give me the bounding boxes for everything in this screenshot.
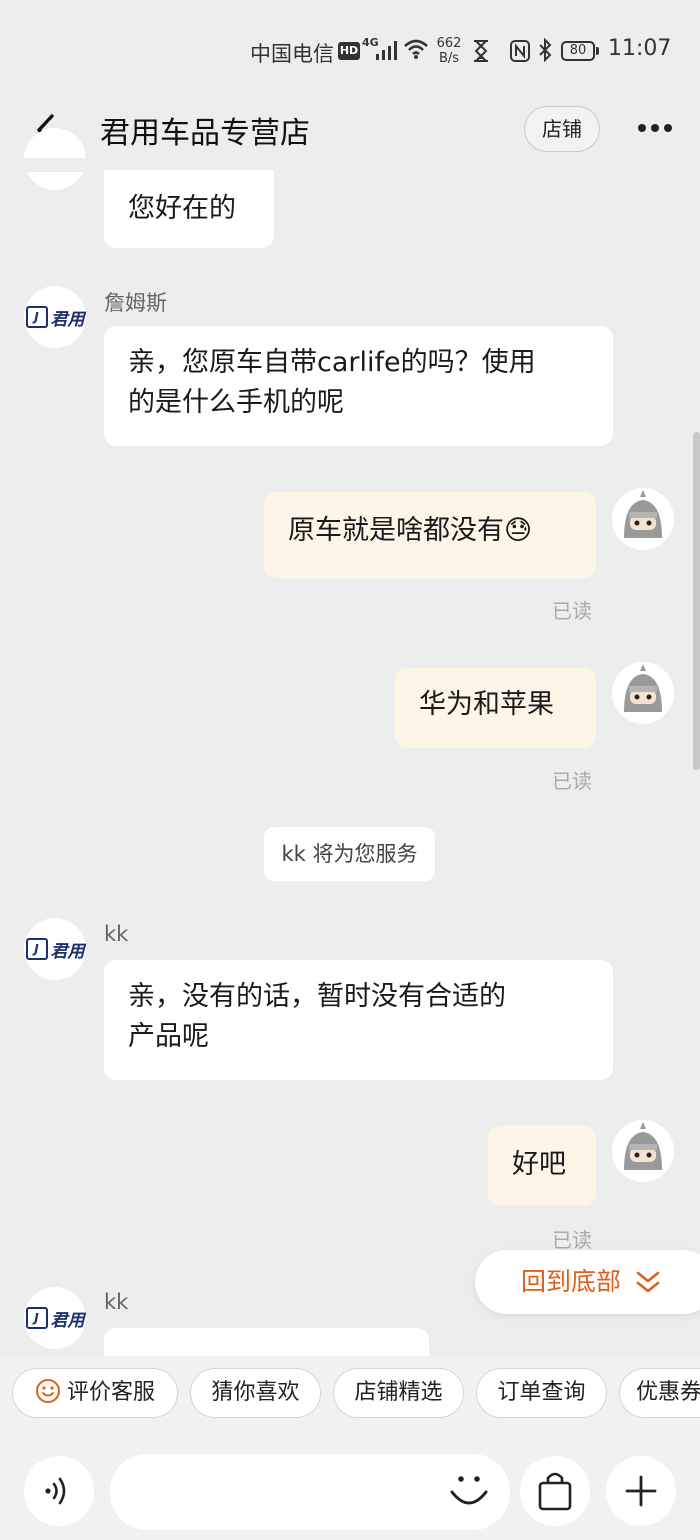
signal-icon [376, 41, 397, 60]
emoji-icon[interactable] [448, 1468, 490, 1510]
quick-action-rate-service[interactable]: 评价客服 [12, 1368, 178, 1418]
user-message-bubble[interactable]: 华为和苹果 [395, 668, 596, 748]
message-text-line: 亲，没有的话，暂时没有合适的 [128, 981, 506, 1012]
quick-action-label: 猜你喜欢 [211, 1380, 300, 1405]
emoji: 😓 [504, 515, 533, 546]
carrier-label: 中国电信 [250, 42, 334, 66]
read-receipt: 已读 [552, 599, 592, 623]
message-bubble[interactable]: 亲，您原车自带carlife的吗？使用 的是什么手机的呢 [104, 326, 613, 446]
more-options-icon[interactable] [638, 116, 680, 140]
status-bar: 中国电信 HD 4G 662 B/s 80 11:07 [0, 0, 700, 100]
product-button[interactable] [520, 1456, 590, 1526]
user-message-bubble[interactable]: 好吧 [488, 1126, 596, 1206]
shop-logo-text: 君用 [50, 941, 85, 962]
user-avatar[interactable] [612, 488, 674, 550]
clock: 11:07 [608, 36, 672, 61]
battery-tip [596, 47, 599, 55]
shop-logo-mark: J [25, 1307, 48, 1329]
ninja-avatar-icon [612, 488, 674, 550]
message-text-line: 产品呢 [128, 1021, 209, 1052]
scrollbar[interactable] [693, 432, 700, 770]
ninja-avatar-icon [612, 662, 674, 724]
quick-action-label: 订单查询 [497, 1380, 586, 1405]
page-title: 君用车品专营店 [100, 116, 310, 151]
quick-action-guess-you-like[interactable]: 猜你喜欢 [190, 1368, 321, 1418]
network-speed-value: 662 [436, 36, 462, 51]
message-text: 您好在的 [128, 193, 236, 224]
quick-action-label: 评价客服 [66, 1380, 155, 1405]
hourglass-icon [474, 40, 488, 62]
voice-icon [45, 1477, 66, 1505]
message-text: 华为和苹果 [419, 689, 554, 720]
wifi-icon [404, 39, 428, 59]
ninja-avatar-icon [612, 1120, 674, 1182]
quick-action-label: 优惠券 [636, 1380, 700, 1405]
sender-name: 詹姆斯 [104, 291, 167, 315]
quick-action-coupons[interactable]: 优惠券 [619, 1368, 700, 1418]
read-receipt: 已读 [552, 769, 592, 793]
hd-icon: HD [338, 42, 360, 60]
shop-avatar[interactable]: J 君用 [24, 918, 86, 980]
battery-icon: 80 [561, 41, 595, 61]
shop-logo-text: 君用 [50, 1310, 85, 1331]
message-text: 好吧 [512, 1149, 566, 1180]
user-message-bubble[interactable]: 原车就是啥都没有😓 [264, 492, 596, 578]
bluetooth-icon [539, 38, 552, 62]
quick-action-shop-picks[interactable]: 店铺精选 [333, 1368, 464, 1418]
input-bar [0, 1432, 700, 1540]
nfc-icon [510, 40, 530, 62]
system-message: kk 将为您服务 [264, 827, 435, 881]
shop-button[interactable]: 店铺 [524, 106, 600, 152]
more-actions-button[interactable] [606, 1456, 676, 1526]
sender-name: kk [104, 1290, 129, 1314]
shop-logo-text: 君用 [50, 309, 85, 330]
shop-avatar[interactable]: J 君用 [24, 286, 86, 348]
quick-action-order-query[interactable]: 订单查询 [476, 1368, 607, 1418]
voice-button[interactable] [24, 1456, 94, 1526]
smiley-icon [35, 1379, 60, 1403]
message-text-line: 亲，您原车自带carlife的吗？使用 [128, 347, 536, 378]
quick-action-label: 店铺精选 [354, 1380, 443, 1405]
shop-avatar[interactable]: J 君用 [24, 1287, 86, 1349]
message-text-line: 的是什么手机的呢 [128, 387, 344, 418]
sender-name: kk [104, 922, 129, 946]
double-chevron-down-icon [636, 1271, 660, 1293]
shop-logo-mark: J [25, 306, 48, 328]
user-avatar[interactable] [612, 1120, 674, 1182]
plus-icon [625, 1475, 657, 1507]
message-text: 原车就是啥都没有 [288, 515, 504, 546]
network-speed-unit: B/s [438, 51, 460, 66]
back-to-bottom-label: 回到底部 [521, 1267, 622, 1296]
message-bubble[interactable]: 亲，没有的话，暂时没有合适的 产品呢 [104, 960, 613, 1080]
shop-logo-mark: J [25, 938, 48, 960]
shopping-bag-icon [538, 1472, 572, 1511]
message-bubble[interactable]: 您好在的 [104, 170, 274, 248]
read-receipt: 已读 [552, 1228, 592, 1252]
user-avatar[interactable] [612, 662, 674, 724]
back-to-bottom-button[interactable]: 回到底部 [475, 1250, 700, 1314]
network-speed: 662 B/s [434, 36, 464, 66]
quick-actions-bar: 评价客服 猜你喜欢 店铺精选 订单查询 优惠券 [0, 1356, 700, 1432]
